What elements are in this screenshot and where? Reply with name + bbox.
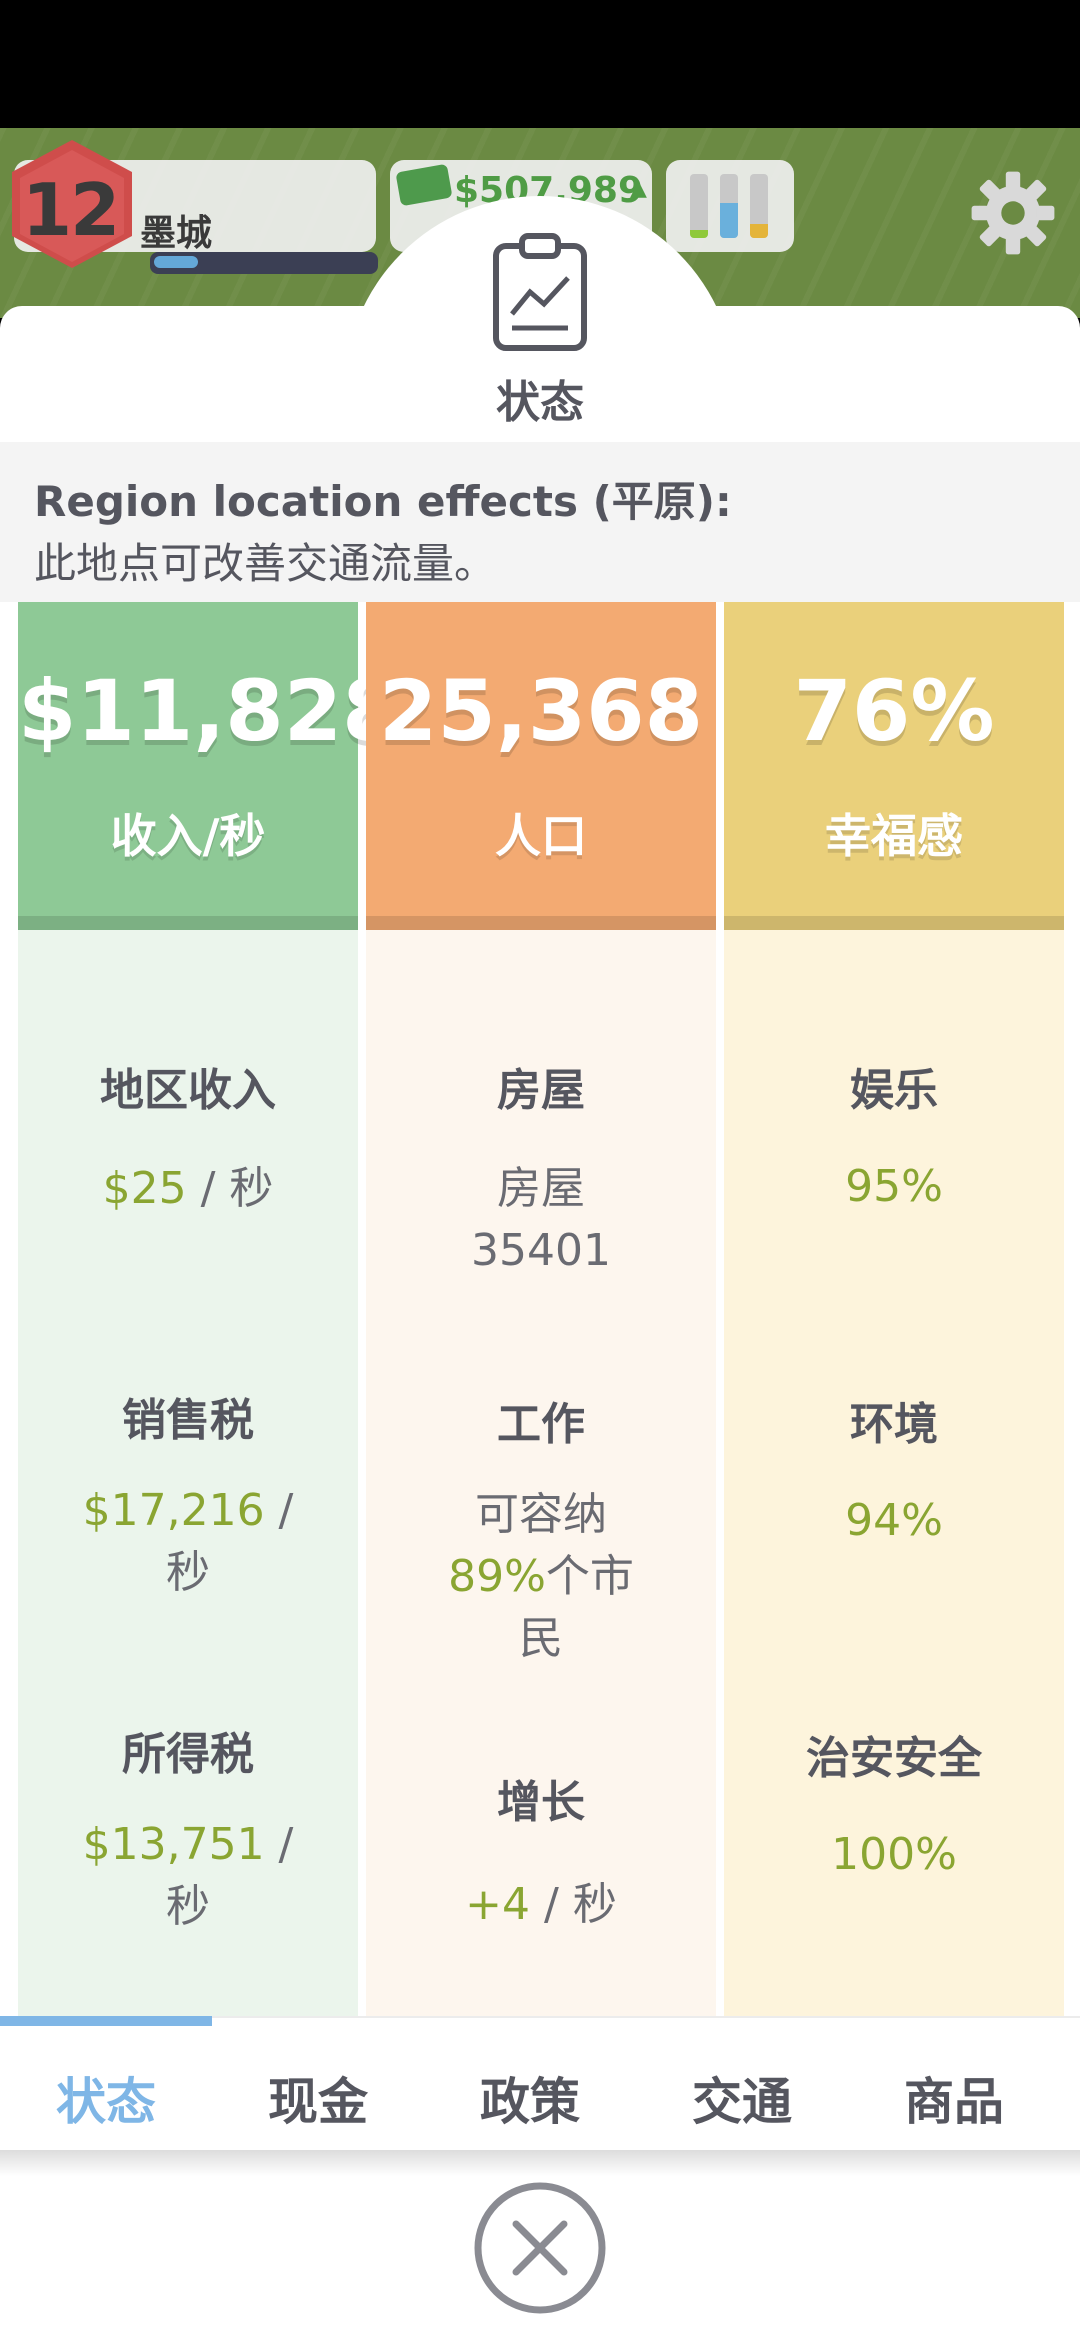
- population-column: 25,368 人口 房屋 房屋 35401 工作 可容纳 89%个市民 增长 +4 …: [366, 602, 716, 2016]
- sales-tax-value: $17,216 / 秒: [82, 1485, 294, 1598]
- tab-indicator: [0, 2016, 212, 2026]
- population-value: 25,368: [378, 662, 704, 760]
- happiness-details: 娱乐 95% 环境 94% 治安安全 100%: [724, 930, 1064, 2016]
- jobs-value: 可容纳 89%个市民: [448, 1489, 634, 1664]
- population-details: 房屋 房屋 35401 工作 可容纳 89%个市民 增长 +4 / 秒: [366, 930, 716, 2016]
- growth-title: 增长: [497, 1777, 585, 1828]
- region-income-title: 地区收入: [100, 1065, 276, 1116]
- stat-bar-1: [690, 174, 708, 238]
- housing-title: 房屋: [497, 1065, 585, 1116]
- tab-cash[interactable]: 现金: [212, 2062, 424, 2134]
- tab-shadow: [0, 2150, 1080, 2176]
- tab-bar: 状态 现金 政策 交通 商品: [0, 2016, 1080, 2156]
- city-name: 墨城: [140, 213, 213, 254]
- panel-title: 状态: [496, 377, 584, 428]
- income-value: $11,828: [18, 662, 401, 760]
- xp-bar: [150, 252, 378, 274]
- stat-bar-2: [720, 174, 738, 238]
- arrow-up-icon: ▲: [630, 176, 647, 201]
- income-column: $11,828 收入/秒 地区收入 $25 / 秒 销售税 $17,216 / …: [18, 602, 401, 2016]
- status-bar: [0, 0, 1080, 128]
- income-details: 地区收入 $25 / 秒 销售税 $17,216 / 秒 所得税 $13,751…: [18, 930, 358, 2016]
- environment-value: 94%: [845, 1495, 943, 1546]
- region-income-value: $25 / 秒: [102, 1163, 274, 1214]
- environment-title: 环境: [850, 1399, 938, 1450]
- region-description: 此地点可改善交通流量。: [34, 539, 497, 588]
- region-effects: Region location effects (平原): 此地点可改善交通流量…: [0, 442, 1080, 602]
- safety-title: 治安安全: [806, 1733, 982, 1784]
- clipboard-chart-icon: [493, 233, 587, 351]
- close-area: [0, 2156, 1080, 2340]
- entertainment-value: 95%: [845, 1161, 943, 1212]
- stat-bar-3: [750, 174, 768, 238]
- income-tax-value: $13,751 / 秒: [82, 1819, 294, 1932]
- happiness-value: 76%: [793, 662, 995, 760]
- happiness-column: 76% 幸福感 娱乐 95% 环境 94% 治安安全 100%: [724, 602, 1064, 2016]
- gear-icon[interactable]: [968, 168, 1058, 258]
- growth-value: +4 / 秒: [465, 1879, 617, 1930]
- entertainment-title: 娱乐: [850, 1065, 938, 1116]
- housing-value: 房屋 35401: [471, 1163, 611, 1276]
- region-title: Region location effects (平原):: [34, 477, 732, 526]
- income-tax-title: 所得税: [122, 1729, 254, 1780]
- income-label: 收入/秒: [110, 809, 266, 863]
- xp-bar-fill: [154, 256, 198, 268]
- population-header: 25,368 人口: [366, 602, 716, 930]
- tab-policy[interactable]: 政策: [424, 2062, 636, 2134]
- income-header: $11,828 收入/秒: [18, 602, 401, 930]
- population-label: 人口: [495, 809, 587, 863]
- jobs-title: 工作: [497, 1399, 585, 1450]
- happiness-label: 幸福感: [825, 809, 963, 863]
- stats-button[interactable]: [666, 160, 794, 252]
- close-icon[interactable]: [474, 2182, 606, 2314]
- safety-value: 100%: [831, 1829, 957, 1880]
- level-number: 12: [22, 168, 120, 252]
- tab-status[interactable]: 状态: [0, 2062, 212, 2134]
- cash-icon: [395, 163, 453, 207]
- tab-goods[interactable]: 商品: [848, 2062, 1060, 2134]
- sales-tax-title: 销售税: [122, 1395, 254, 1446]
- happiness-header: 76% 幸福感: [724, 602, 1064, 930]
- tab-traffic[interactable]: 交通: [636, 2062, 848, 2134]
